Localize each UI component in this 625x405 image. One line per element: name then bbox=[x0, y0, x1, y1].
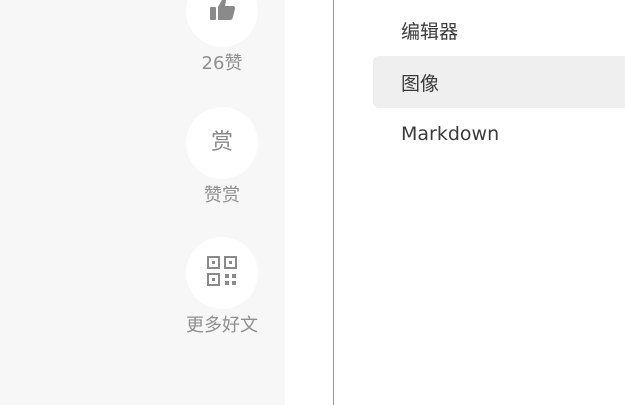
reward-icon: 赏 bbox=[210, 130, 233, 155]
more-articles-button[interactable] bbox=[186, 237, 258, 309]
reward-action: 赏 赞赏 bbox=[186, 107, 258, 205]
more-articles-label: 更多好文 bbox=[186, 315, 258, 336]
like-button[interactable] bbox=[186, 0, 258, 47]
reward-button[interactable]: 赏 bbox=[186, 107, 258, 179]
divider bbox=[333, 0, 334, 405]
article-page: 26赞 赏 赞赏 更多好文 编辑器 图像 Markdown bbox=[0, 0, 625, 405]
more-articles-action: 更多好文 bbox=[186, 237, 258, 335]
list-item-label: 编辑器 bbox=[401, 20, 459, 43]
list-item-image[interactable]: 图像 bbox=[373, 56, 625, 108]
list-item-label: 图像 bbox=[401, 72, 440, 95]
list-item-editor[interactable]: 编辑器 bbox=[373, 4, 625, 56]
article-action-panel: 26赞 赏 赞赏 更多好文 bbox=[0, 0, 285, 405]
reward-label: 赞赏 bbox=[204, 185, 240, 206]
like-count: 26赞 bbox=[201, 53, 243, 74]
list-item-markdown[interactable]: Markdown bbox=[373, 108, 625, 160]
qr-code-icon bbox=[207, 256, 237, 290]
thumbs-up-icon bbox=[208, 0, 236, 26]
like-action: 26赞 bbox=[186, 0, 258, 73]
category-list: 编辑器 图像 Markdown bbox=[373, 0, 625, 405]
list-item-label: Markdown bbox=[401, 123, 500, 145]
